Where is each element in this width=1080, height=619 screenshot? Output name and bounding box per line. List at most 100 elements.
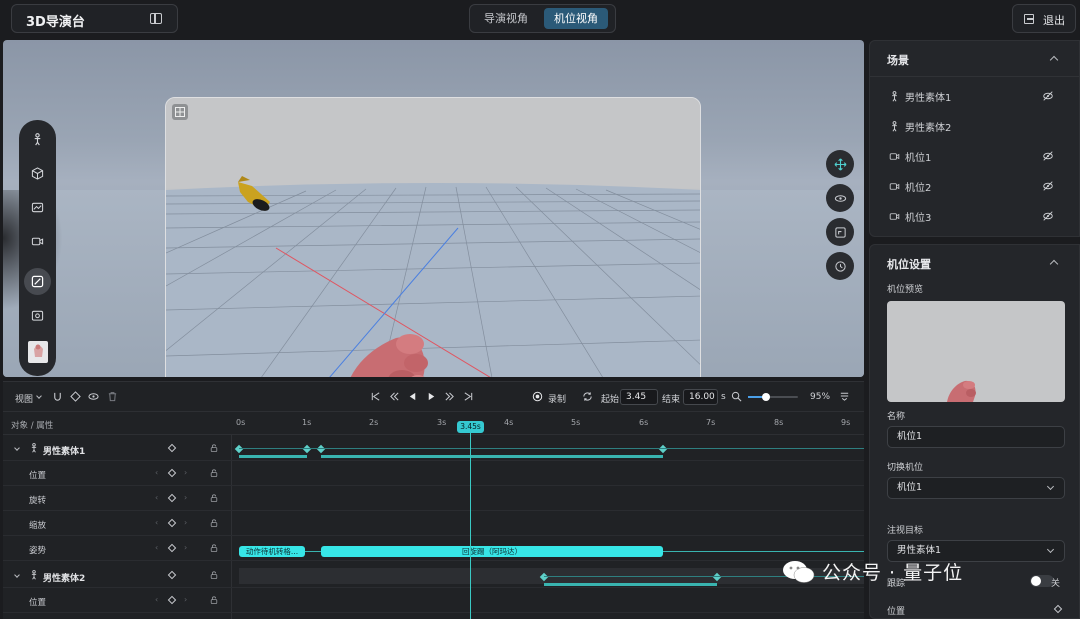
- lock-icon[interactable]: [210, 571, 218, 579]
- next-key-icon[interactable]: ›: [184, 468, 187, 477]
- next-key-icon[interactable]: ›: [184, 543, 187, 552]
- lock-icon[interactable]: [210, 494, 218, 502]
- scene-item-male-body-1[interactable]: 男性素体1: [888, 88, 1058, 104]
- sidebar-toggle-icon[interactable]: [150, 13, 162, 24]
- end-time-input[interactable]: 16.00: [683, 389, 718, 405]
- expand-chevron-icon[interactable]: [14, 572, 20, 578]
- prev-key-icon[interactable]: ‹: [155, 518, 158, 527]
- start-time-input[interactable]: 3.45: [620, 389, 658, 405]
- collapse-chevron-icon[interactable]: [1049, 259, 1059, 269]
- cube-icon: [31, 167, 44, 180]
- play-icon[interactable]: [426, 391, 437, 402]
- tab-director-view[interactable]: 导演视角: [474, 8, 538, 29]
- lock-icon[interactable]: [210, 544, 218, 552]
- trash-icon[interactable]: [107, 391, 118, 402]
- track-row-position[interactable]: 位置 ‹ ›: [3, 461, 864, 486]
- time-ruler[interactable]: 0s 1s 2s 3s 4s 5s 6s 7s 8s 9s: [231, 413, 864, 435]
- ruler-tick: 4s: [504, 418, 514, 427]
- collapse-chevron-icon[interactable]: [1049, 55, 1059, 65]
- track-row-position-2[interactable]: 位置 ‹ ›: [3, 588, 864, 613]
- reverse-play-icon[interactable]: [407, 391, 418, 402]
- playhead-time[interactable]: 3.45s: [457, 421, 484, 433]
- keyframe-diamond-icon[interactable]: [167, 493, 177, 503]
- track-row-rotation[interactable]: 旋转 ‹ ›: [3, 486, 864, 511]
- record-label[interactable]: 录制: [548, 392, 566, 405]
- 3d-viewport[interactable]: [3, 40, 864, 377]
- eye-off-icon[interactable]: [1042, 90, 1054, 102]
- tab-camera-view[interactable]: 机位视角: [544, 8, 608, 29]
- person-icon: [888, 90, 900, 102]
- pose-clip-kick[interactable]: 回旋踢（阿玛达）: [321, 546, 663, 557]
- skip-to-end-icon[interactable]: [463, 391, 474, 402]
- camera-icon: [888, 210, 900, 222]
- scene-item-camera-3[interactable]: 机位3: [888, 208, 1058, 224]
- camera-settings-title: 机位设置: [887, 258, 931, 271]
- scene-item-camera-1[interactable]: 机位1: [888, 148, 1058, 164]
- add-person-tool[interactable]: [24, 126, 51, 153]
- zoom-slider[interactable]: [748, 393, 798, 401]
- keyframe-diamond-icon[interactable]: [167, 518, 177, 528]
- keyframe-diamond-icon[interactable]: [167, 595, 177, 605]
- eye-off-icon[interactable]: [1042, 210, 1054, 222]
- reset-view-button[interactable]: [826, 252, 854, 280]
- keyframe-icon[interactable]: [70, 391, 81, 402]
- frame-tool[interactable]: [24, 268, 51, 295]
- exit-button[interactable]: 退出: [1012, 4, 1076, 33]
- skip-to-start-icon[interactable]: [370, 391, 381, 402]
- scene-icon: [31, 202, 44, 213]
- next-key-icon[interactable]: ›: [184, 518, 187, 527]
- zoom-frame-icon: [834, 226, 846, 238]
- next-key-icon[interactable]: ›: [184, 595, 187, 604]
- next-key-icon[interactable]: ›: [184, 493, 187, 502]
- prev-key-icon[interactable]: ‹: [155, 595, 158, 604]
- preview-label: 机位预览: [887, 285, 924, 295]
- scene-item-camera-2[interactable]: 机位2: [888, 178, 1058, 194]
- screenshot-tool[interactable]: [24, 302, 51, 329]
- search-icon[interactable]: [731, 391, 742, 402]
- eye-icon[interactable]: [88, 391, 99, 402]
- lock-icon[interactable]: [210, 444, 218, 452]
- lock-icon[interactable]: [210, 519, 218, 527]
- track-row-scale[interactable]: 缩放 ‹ ›: [3, 511, 864, 536]
- camera-name-input[interactable]: 机位1: [887, 426, 1065, 448]
- zoom-view-button[interactable]: [826, 218, 854, 246]
- playhead[interactable]: [470, 425, 471, 619]
- ruler-tick: 8s: [774, 418, 784, 427]
- prev-key-icon[interactable]: ‹: [155, 493, 158, 502]
- lock-icon[interactable]: [210, 596, 218, 604]
- prev-key-icon[interactable]: ‹: [155, 468, 158, 477]
- keyframe-diamond-icon[interactable]: [167, 570, 177, 580]
- eye-off-icon[interactable]: [1042, 150, 1054, 162]
- track-label: 旋转: [29, 496, 47, 506]
- pose-clip-idle[interactable]: 动作待机转格...: [239, 546, 305, 557]
- keyframe-diamond-icon[interactable]: [167, 543, 177, 553]
- record-icon[interactable]: [532, 391, 543, 402]
- position-label: 位置: [887, 607, 906, 617]
- camera-icon: [888, 150, 900, 162]
- keyframe-diamond-icon[interactable]: [167, 443, 177, 453]
- add-camera-tool[interactable]: [24, 228, 51, 255]
- next-keyframe-icon[interactable]: [444, 391, 455, 402]
- scene-item-male-body-2[interactable]: 男性素体2: [888, 118, 1058, 134]
- keyframe-diamond-icon[interactable]: [167, 468, 177, 478]
- camera-frame[interactable]: [165, 97, 701, 377]
- loop-icon[interactable]: [582, 391, 593, 402]
- add-object-tool[interactable]: [24, 160, 51, 187]
- expand-chevron-icon[interactable]: [14, 445, 20, 451]
- prev-key-icon[interactable]: ‹: [155, 543, 158, 552]
- preview-render: [947, 380, 976, 402]
- thumbnail-tool[interactable]: [24, 338, 51, 365]
- switch-camera-select[interactable]: 机位1: [887, 477, 1065, 499]
- previous-keyframe-icon[interactable]: [389, 391, 400, 402]
- layout-grid-icon[interactable]: [172, 104, 188, 120]
- move-view-button[interactable]: [826, 150, 854, 178]
- lock-icon[interactable]: [210, 469, 218, 477]
- orbit-view-button[interactable]: [826, 184, 854, 212]
- add-scene-tool[interactable]: [24, 194, 51, 221]
- magnet-icon[interactable]: [52, 391, 63, 402]
- position-keyframe-icon[interactable]: [1053, 604, 1063, 614]
- menu-collapse-icon[interactable]: [839, 391, 850, 402]
- eye-off-icon[interactable]: [1042, 180, 1054, 192]
- view-menu[interactable]: 视图: [15, 392, 33, 405]
- person-icon: [31, 570, 37, 580]
